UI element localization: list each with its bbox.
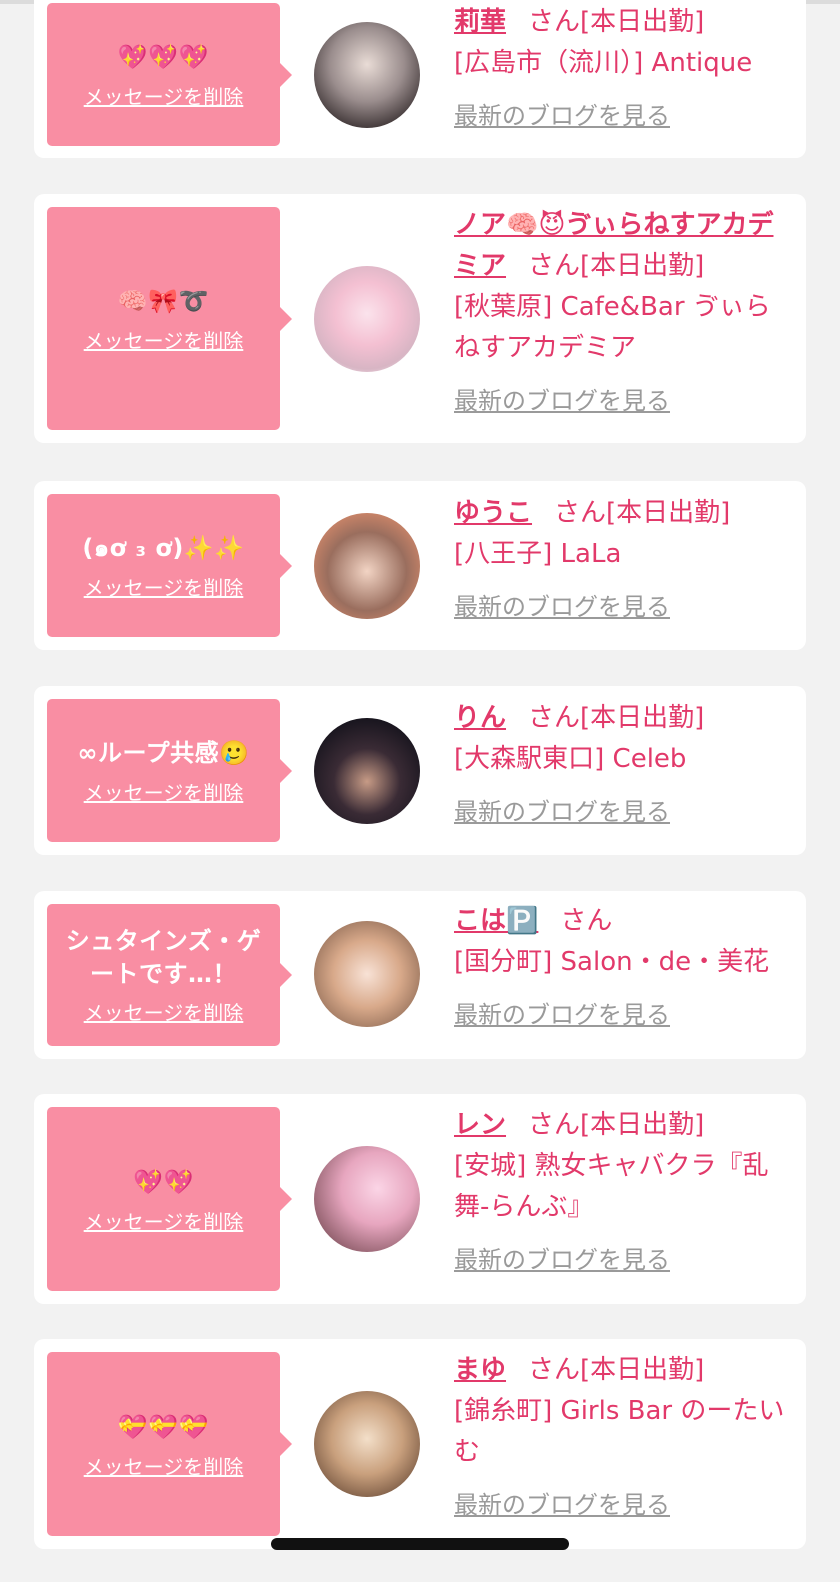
message-bubble: 💝💝💝 メッセージを削除 — [47, 1352, 292, 1536]
avatar[interactable] — [314, 1391, 420, 1497]
latest-blog-link[interactable]: 最新のブログを見る — [454, 587, 794, 628]
cast-name-link[interactable]: 莉華 — [454, 7, 506, 37]
message-text: シュタインズ・ゲートです…！ — [65, 926, 262, 988]
list-item: 💝💝💝 メッセージを削除 まゆ さん[本日出勤] [錦糸町] Girls Bar … — [34, 1339, 806, 1549]
avatar[interactable] — [314, 22, 420, 128]
cast-name-link[interactable]: ゆうこ — [454, 498, 532, 528]
list-item: 💖💖💖 メッセージを削除 莉華 さん[本日出勤] [広島市（流川）] Antiqu… — [34, 0, 806, 158]
cast-name-link[interactable]: まゆ — [454, 1355, 506, 1385]
honorific-status: さん — [560, 906, 613, 936]
latest-blog-link[interactable]: 最新のブログを見る — [454, 995, 794, 1036]
honorific-status: さん[本日出勤] — [528, 1355, 705, 1385]
avatar[interactable] — [314, 266, 420, 372]
cast-name-link[interactable]: りん — [454, 703, 506, 733]
shop-name: [錦糸町] Girls Bar のーたいむ — [454, 1396, 785, 1467]
cast-info: こは🅿️ さん [国分町] Salon・de・美花 最新のブログを見る — [454, 901, 794, 1036]
shop-name: [広島市（流川）] Antique — [454, 48, 753, 78]
message-bubble: 🧠🎀➰ メッセージを削除 — [47, 207, 292, 430]
honorific-status: さん[本日出勤] — [528, 251, 705, 281]
message-text: 💝💝💝 — [117, 1412, 210, 1441]
cast-info: りん さん[本日出勤] [大森駅東口] Celeb 最新のブログを見る — [454, 698, 794, 833]
cast-info: ノア🧠😈ゔぃらねすアカデミア さん[本日出勤] [秋葉原] Cafe&Bar ゔぃ… — [454, 205, 794, 422]
cast-info: レン さん[本日出勤] [安城] 熟女キャバクラ『乱舞-らんぶ』 最新のブログを見… — [454, 1105, 794, 1281]
avatar[interactable] — [314, 921, 420, 1027]
delete-message-link[interactable]: メッセージを削除 — [84, 777, 244, 806]
latest-blog-link[interactable]: 最新のブログを見る — [454, 381, 794, 422]
shop-name: [安城] 熟女キャバクラ『乱舞-らんぶ』 — [454, 1151, 769, 1222]
delete-message-link[interactable]: メッセージを削除 — [84, 997, 244, 1026]
delete-message-link[interactable]: メッセージを削除 — [84, 325, 244, 354]
message-bubble: 💖💖 メッセージを削除 — [47, 1107, 292, 1291]
list-item: 💖💖 メッセージを削除 レン さん[本日出勤] [安城] 熟女キャバクラ『乱舞-ら… — [34, 1094, 806, 1304]
delete-message-link[interactable]: メッセージを削除 — [84, 81, 244, 110]
shop-name: [国分町] Salon・de・美花 — [454, 947, 770, 977]
cast-info: 莉華 さん[本日出勤] [広島市（流川）] Antique 最新のブログを見る — [454, 2, 794, 137]
message-text: 💖💖💖 — [117, 43, 210, 71]
avatar[interactable] — [314, 513, 420, 619]
latest-blog-link[interactable]: 最新のブログを見る — [454, 1485, 794, 1526]
delete-message-link[interactable]: メッセージを削除 — [84, 572, 244, 601]
cast-name-link[interactable]: こは🅿️ — [454, 906, 538, 936]
shop-name: [八王子] LaLa — [454, 539, 622, 569]
latest-blog-link[interactable]: 最新のブログを見る — [454, 1240, 794, 1281]
list-item: ∞ループ共感🥲 メッセージを削除 りん さん[本日出勤] [大森駅東口] Cele… — [34, 686, 806, 855]
cast-name-link[interactable]: レン — [454, 1110, 506, 1140]
latest-blog-link[interactable]: 最新のブログを見る — [454, 792, 794, 833]
delete-message-link[interactable]: メッセージを削除 — [84, 1451, 244, 1480]
message-text: 💖💖 — [133, 1167, 194, 1196]
shop-name: [秋葉原] Cafe&Bar ゔぃらねすアカデミア — [454, 292, 771, 363]
message-bubble: (๑ơ ₃ ơ)✨✨ メッセージを削除 — [47, 494, 292, 637]
shop-name: [大森駅東口] Celeb — [454, 744, 687, 774]
latest-blog-link[interactable]: 最新のブログを見る — [454, 96, 794, 137]
message-bubble: シュタインズ・ゲートです…！ メッセージを削除 — [47, 904, 292, 1046]
home-indicator[interactable] — [271, 1538, 569, 1550]
message-text: (๑ơ ₃ ơ)✨✨ — [82, 534, 245, 562]
honorific-status: さん[本日出勤] — [528, 7, 705, 37]
honorific-status: さん[本日出勤] — [528, 703, 705, 733]
list-item: (๑ơ ₃ ơ)✨✨ メッセージを削除 ゆうこ さん[本日出勤] [八王子] La… — [34, 481, 806, 650]
delete-message-link[interactable]: メッセージを削除 — [84, 1206, 244, 1235]
message-bubble: 💖💖💖 メッセージを削除 — [47, 3, 292, 146]
message-text: ∞ループ共感🥲 — [77, 739, 250, 767]
avatar[interactable] — [314, 1146, 420, 1252]
avatar[interactable] — [314, 718, 420, 824]
honorific-status: さん[本日出勤] — [528, 1110, 705, 1140]
honorific-status: さん[本日出勤] — [554, 498, 731, 528]
message-bubble: ∞ループ共感🥲 メッセージを削除 — [47, 699, 292, 842]
cast-info: ゆうこ さん[本日出勤] [八王子] LaLa 最新のブログを見る — [454, 493, 794, 628]
cast-info: まゆ さん[本日出勤] [錦糸町] Girls Bar のーたいむ 最新のブログを… — [454, 1350, 794, 1526]
list-item: シュタインズ・ゲートです…！ メッセージを削除 こは🅿️ さん [国分町] Sal… — [34, 891, 806, 1059]
list-item: 🧠🎀➰ メッセージを削除 ノア🧠😈ゔぃらねすアカデミア さん[本日出勤] [秋葉原… — [34, 194, 806, 443]
message-text: 🧠🎀➰ — [117, 287, 210, 315]
